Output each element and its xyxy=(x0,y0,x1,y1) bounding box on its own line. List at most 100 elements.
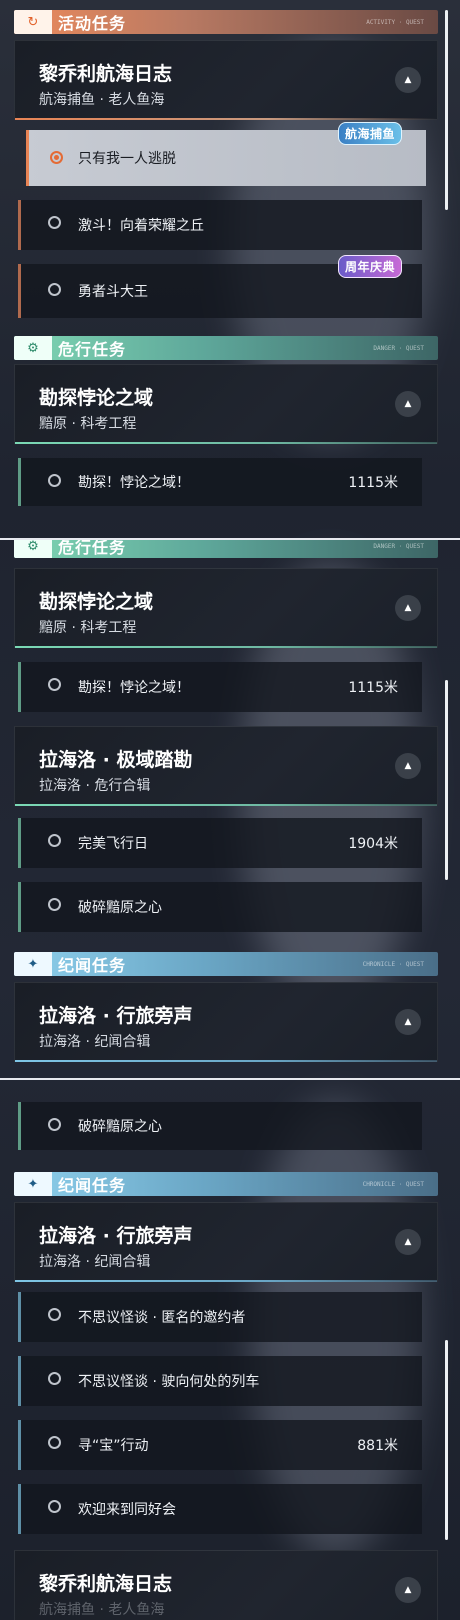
card-subtitle: 航海捕鱼 · 老人鱼海 xyxy=(39,1602,165,1618)
item-accent-bar xyxy=(18,818,21,868)
item-label: 不思议怪谈 · 驶向何处的列车 xyxy=(78,1374,260,1390)
radio-icon xyxy=(48,1436,61,1449)
item-accent-bar xyxy=(18,1102,21,1150)
section-header-danger[interactable]: ⚙ 危行任务 DANGER · QUEST xyxy=(14,336,438,360)
list-item-glory-hill[interactable]: 激斗！向着荣耀之丘 xyxy=(18,200,422,250)
quest-panel-1: ↻ 活动任务 ACTIVITY · QUEST 黎乔利航海日志 航海捕鱼 · 老… xyxy=(0,0,460,538)
card-underline xyxy=(15,118,437,120)
item-label: 破碎黯原之心 xyxy=(78,1119,162,1135)
list-item-broken-plain[interactable]: 破碎黯原之心 xyxy=(18,882,422,932)
list-item-train-where[interactable]: 不思议怪谈 · 驶向何处的列车 xyxy=(18,1356,422,1406)
radio-icon xyxy=(48,1308,61,1321)
scrollbar[interactable] xyxy=(445,680,448,880)
list-item-perfect-flight[interactable]: 完美飞行日 1904米 xyxy=(18,818,422,868)
list-item-anonymous-invite[interactable]: 不思议怪谈 · 匿名的邀约者 xyxy=(18,1292,422,1342)
list-item-explore-paradox[interactable]: 勘探！悖论之域！ 1115米 xyxy=(18,662,422,712)
chevron-up-icon[interactable]: ▲ xyxy=(395,1009,421,1035)
radio-icon xyxy=(48,216,61,229)
card-title: 勘探悖论之域 xyxy=(39,387,154,409)
card-subtitle: 黯原 · 科考工程 xyxy=(39,416,137,432)
card-title: 勘探悖论之域 xyxy=(39,591,154,613)
card-title: 黎乔利航海日志 xyxy=(39,1573,173,1595)
quest-panel-2: ⚙ 危行任务 DANGER · QUEST 勘探悖论之域 黯原 · 科考工程 ▲… xyxy=(0,540,460,1078)
section-title: 活动任务 xyxy=(58,14,127,33)
quest-card-voyage-log[interactable]: 黎乔利航海日志 航海捕鱼 · 老人鱼海 ▲ xyxy=(14,1550,438,1620)
chevron-up-icon[interactable]: ▲ xyxy=(395,67,421,93)
scrollbar[interactable] xyxy=(445,10,448,210)
card-underline xyxy=(15,442,437,444)
item-distance: 1904米 xyxy=(348,836,398,852)
item-label: 寻“宝”行动 xyxy=(78,1438,149,1454)
event-tag-anniversary: 周年庆典 xyxy=(338,255,403,278)
item-label: 只有我一人逃脱 xyxy=(78,151,176,167)
quest-card-paradox-domain[interactable]: 勘探悖论之域 黯原 · 科考工程 ▲ xyxy=(14,364,438,444)
section-title: 纪闻任务 xyxy=(58,956,127,975)
radio-icon xyxy=(48,474,61,487)
item-distance: 1115米 xyxy=(348,475,398,491)
item-accent-bar xyxy=(18,264,21,318)
item-label: 破碎黯原之心 xyxy=(78,900,162,916)
card-subtitle: 拉海洛 · 危行合辑 xyxy=(39,778,151,794)
chevron-up-icon[interactable]: ▲ xyxy=(395,1229,421,1255)
radio-icon xyxy=(48,678,61,691)
card-underline xyxy=(15,1060,437,1062)
quest-card-lahailuo-polar[interactable]: 拉海洛 · 极域踏勘 拉海洛 · 危行合辑 ▲ xyxy=(14,726,438,806)
card-title: 拉海洛 · 行旅旁声 xyxy=(39,1225,193,1247)
quest-panel-3: 破碎黯原之心 ✦ 纪闻任务 CHRONICLE · QUEST 拉海洛 · 行旅… xyxy=(0,1080,460,1620)
radio-icon xyxy=(48,1500,61,1513)
item-distance: 1115米 xyxy=(348,680,398,696)
list-item-welcome-club[interactable]: 欢迎来到同好会 xyxy=(18,1484,422,1534)
quest-card-paradox-domain[interactable]: 勘探悖论之域 黯原 · 科考工程 ▲ xyxy=(14,568,438,648)
sparkle-icon: ✦ xyxy=(14,952,52,976)
scrollbar-thumb[interactable] xyxy=(445,1340,448,1540)
chevron-up-icon[interactable]: ▲ xyxy=(395,1577,421,1603)
radio-selected-icon xyxy=(50,151,63,164)
card-subtitle: 黯原 · 科考工程 xyxy=(39,620,137,636)
list-item-explore-paradox[interactable]: 勘探！悖论之域！ 1115米 xyxy=(18,458,422,506)
section-tag: ACTIVITY · QUEST xyxy=(366,18,424,26)
item-label: 完美飞行日 xyxy=(78,836,148,852)
section-tag: DANGER · QUEST xyxy=(373,542,424,550)
card-title: 黎乔利航海日志 xyxy=(39,63,173,85)
section-title: 纪闻任务 xyxy=(58,1176,127,1195)
item-label: 勇者斗大王 xyxy=(78,284,148,300)
section-tag: CHRONICLE · QUEST xyxy=(362,960,424,968)
section-title: 危行任务 xyxy=(58,340,127,359)
item-accent-bar xyxy=(18,1292,21,1342)
quest-card-lahailuo-travel[interactable]: 拉海洛 · 行旅旁声 拉海洛 · 纪闻合辑 ▲ xyxy=(14,982,438,1062)
section-header-danger[interactable]: ⚙ 危行任务 DANGER · QUEST xyxy=(14,540,438,558)
scrollbar-thumb[interactable] xyxy=(445,10,448,210)
section-header-activity[interactable]: ↻ 活动任务 ACTIVITY · QUEST xyxy=(14,10,438,34)
item-accent-bar xyxy=(18,882,21,932)
list-item-seek-treasure[interactable]: 寻“宝”行动 881米 xyxy=(18,1420,422,1470)
item-accent-bar xyxy=(18,200,21,250)
radio-icon xyxy=(48,1372,61,1385)
section-header-chronicle[interactable]: ✦ 纪闻任务 CHRONICLE · QUEST xyxy=(14,952,438,976)
section-tag: CHRONICLE · QUEST xyxy=(362,1180,424,1188)
item-accent-bar xyxy=(18,458,21,506)
quest-card-lahailuo-travel[interactable]: 拉海洛 · 行旅旁声 拉海洛 · 纪闻合辑 ▲ xyxy=(14,1202,438,1282)
scrollbar[interactable] xyxy=(445,1340,448,1540)
gear-icon: ⚙ xyxy=(14,540,52,558)
list-item-broken-plain[interactable]: 破碎黯原之心 xyxy=(18,1102,422,1150)
quest-card-voyage-log[interactable]: 黎乔利航海日志 航海捕鱼 · 老人鱼海 ▲ xyxy=(14,40,438,120)
card-title: 拉海洛 · 极域踏勘 xyxy=(39,749,193,771)
item-label: 欢迎来到同好会 xyxy=(78,1502,176,1518)
section-header-chronicle[interactable]: ✦ 纪闻任务 CHRONICLE · QUEST xyxy=(14,1172,438,1196)
radio-icon xyxy=(48,834,61,847)
gear-icon: ⚙ xyxy=(14,336,52,360)
chevron-up-icon[interactable]: ▲ xyxy=(395,753,421,779)
item-accent-bar xyxy=(18,662,21,712)
item-accent-bar xyxy=(26,130,29,186)
scrollbar-thumb[interactable] xyxy=(445,680,448,880)
card-title: 拉海洛 · 行旅旁声 xyxy=(39,1005,193,1027)
event-tag-fishing: 航海捕鱼 xyxy=(338,122,403,145)
section-title: 危行任务 xyxy=(58,540,127,557)
chevron-up-icon[interactable]: ▲ xyxy=(395,391,421,417)
card-underline xyxy=(15,1280,437,1282)
radio-icon xyxy=(48,283,61,296)
item-label: 勘探！悖论之域！ xyxy=(78,475,190,491)
item-accent-bar xyxy=(18,1484,21,1534)
chevron-up-icon[interactable]: ▲ xyxy=(395,595,421,621)
item-label: 激斗！向着荣耀之丘 xyxy=(78,218,204,234)
